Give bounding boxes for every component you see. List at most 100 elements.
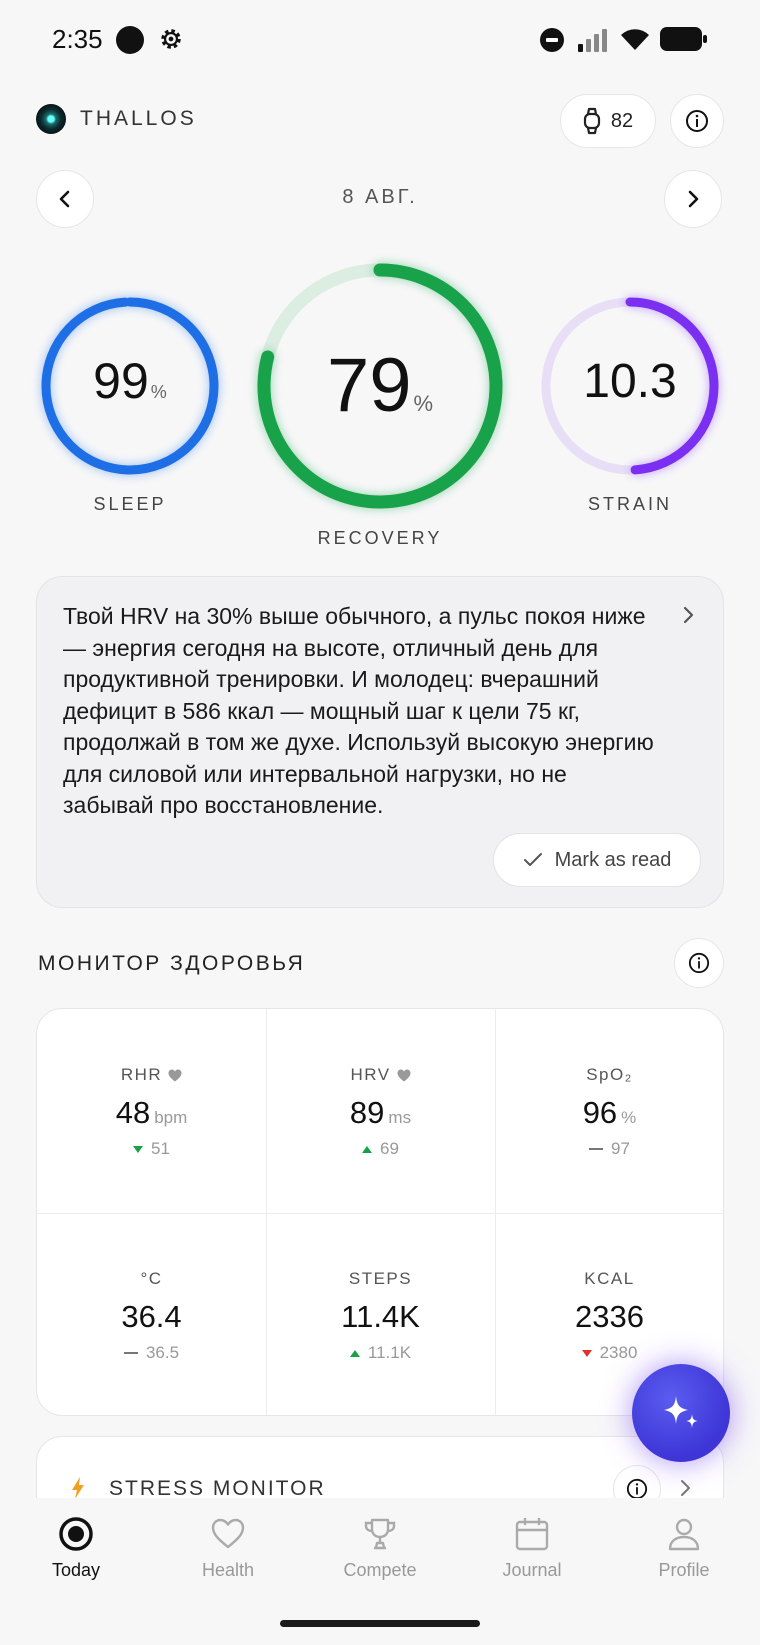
trend-down-icon bbox=[581, 1349, 592, 1357]
insight-card[interactable]: Твой HRV на 30% выше обычного, а пульс п… bbox=[36, 576, 724, 908]
sleep-ring[interactable]: 99% SLEEP bbox=[38, 294, 222, 514]
metric-label-text: RHR bbox=[120, 1065, 163, 1084]
chevron-right-icon bbox=[688, 190, 699, 208]
home-indicator bbox=[280, 1620, 480, 1627]
do-not-disturb-icon bbox=[540, 28, 564, 52]
brand: THALLOS bbox=[36, 104, 197, 134]
recovery-value: 79 bbox=[326, 343, 412, 428]
metric-label: STEPS bbox=[266, 1269, 495, 1289]
metric-value-row: 96% bbox=[495, 1095, 723, 1131]
strain-ring[interactable]: 10.3 STRAIN bbox=[538, 294, 722, 514]
watch-icon bbox=[583, 107, 600, 135]
nav-health[interactable]: Health bbox=[152, 1516, 304, 1581]
current-date: 8 АВГ. bbox=[342, 186, 418, 208]
person-icon bbox=[668, 1518, 700, 1551]
status-time: 2:35 bbox=[52, 24, 103, 54]
metric-value: 48 bbox=[115, 1095, 151, 1130]
lightning-bolt-icon bbox=[72, 1477, 84, 1499]
info-button[interactable] bbox=[670, 94, 724, 148]
chevron-right-icon[interactable] bbox=[681, 605, 695, 625]
battery-icon bbox=[660, 27, 707, 51]
metric-baseline: 69 bbox=[380, 1139, 399, 1158]
check-icon bbox=[523, 853, 542, 866]
health-monitor-info-button[interactable] bbox=[674, 938, 724, 988]
metric-value-row: 48 bpm bbox=[37, 1095, 266, 1131]
metric-value: 36.4 bbox=[121, 1299, 182, 1334]
metric-baseline-row: 97 bbox=[495, 1139, 723, 1159]
metric-cell[interactable]: STEPS 11.4K 11.1K bbox=[266, 1213, 495, 1415]
metric-cell[interactable]: HRV 89 ms 69 bbox=[266, 1009, 495, 1213]
metric-label-text: STEPS bbox=[348, 1269, 413, 1288]
metric-baseline-row: 51 bbox=[37, 1139, 266, 1159]
trophy-icon bbox=[364, 1518, 396, 1550]
metric-baseline-row: 36.5 bbox=[37, 1343, 266, 1363]
metric-unit: bpm bbox=[154, 1108, 188, 1127]
nav-compete[interactable]: Compete bbox=[304, 1516, 456, 1581]
metric-label-text: SpO₂ bbox=[586, 1065, 633, 1084]
metric-baseline-row: 2380 bbox=[495, 1343, 723, 1363]
metric-label: SpO₂ bbox=[495, 1065, 723, 1085]
next-day-button[interactable] bbox=[664, 170, 722, 228]
nav-compete-label: Compete bbox=[343, 1560, 417, 1580]
trend-flat-icon bbox=[123, 1352, 138, 1354]
sleep-label: SLEEP bbox=[93, 494, 167, 514]
metric-value: 2336 bbox=[575, 1299, 644, 1334]
health-monitor-title: МОНИТОР ЗДОРОВЬЯ bbox=[38, 952, 306, 975]
brand-name: THALLOS bbox=[80, 107, 197, 130]
recovery-unit: % bbox=[413, 391, 434, 416]
metric-value: 96 bbox=[582, 1095, 618, 1130]
metric-cell[interactable]: RHR 48 bpm 51 bbox=[37, 1009, 266, 1213]
sleep-unit: % bbox=[150, 382, 167, 402]
metric-label-text: °C bbox=[140, 1269, 163, 1288]
recovery-ring[interactable]: 79% RECOVERY bbox=[254, 260, 506, 550]
trend-flat-icon bbox=[589, 1148, 604, 1150]
sleep-value-row: 99% bbox=[38, 352, 222, 410]
metric-value-row: 36.4 bbox=[37, 1299, 266, 1335]
strain-value: 10.3 bbox=[583, 355, 677, 408]
today-icon bbox=[59, 1517, 93, 1551]
strain-label: STRAIN bbox=[587, 494, 672, 514]
metric-baseline: 11.1K bbox=[367, 1343, 412, 1362]
sparkles-icon bbox=[664, 1396, 698, 1428]
sleep-value: 99 bbox=[93, 353, 149, 409]
metric-baseline-row: 11.1K bbox=[266, 1343, 495, 1363]
metric-baseline: 36.5 bbox=[145, 1343, 180, 1362]
metric-value-row: 2336 bbox=[495, 1299, 723, 1335]
info-icon bbox=[686, 110, 708, 132]
metric-baseline: 97 bbox=[611, 1139, 630, 1158]
metric-unit: % bbox=[621, 1108, 637, 1127]
ai-assistant-button[interactable] bbox=[632, 1364, 730, 1462]
camera-dot-icon bbox=[116, 26, 144, 54]
trend-down-icon bbox=[133, 1145, 144, 1153]
metric-value: 11.4K bbox=[341, 1299, 420, 1334]
device-status-button[interactable]: 82 bbox=[560, 94, 656, 148]
calendar-icon bbox=[515, 1518, 549, 1551]
metric-baseline: 51 bbox=[151, 1139, 170, 1158]
metric-label: °C bbox=[37, 1269, 266, 1289]
metric-value: 89 bbox=[349, 1095, 385, 1130]
mark-as-read-button[interactable]: Mark as read bbox=[493, 833, 701, 887]
heart-icon bbox=[397, 1069, 411, 1081]
device-battery-value: 82 bbox=[610, 109, 634, 132]
metric-label-text: HRV bbox=[350, 1065, 391, 1084]
heart-icon bbox=[168, 1069, 182, 1081]
chevron-right-icon[interactable] bbox=[679, 1479, 691, 1497]
metric-label: RHR bbox=[37, 1065, 266, 1085]
recovery-value-row: 79% bbox=[254, 342, 506, 429]
strain-value-row: 10.3 bbox=[538, 354, 722, 409]
nav-journal[interactable]: Journal bbox=[456, 1516, 608, 1581]
status-bar: 2:35 bbox=[0, 0, 760, 80]
signal-icon bbox=[578, 29, 607, 52]
mark-as-read-label: Mark as read bbox=[554, 848, 672, 871]
metric-value-row: 89 ms bbox=[266, 1095, 495, 1131]
settings-gear-icon bbox=[161, 29, 181, 49]
thallos-logo-icon bbox=[36, 104, 66, 134]
metric-baseline: 2380 bbox=[599, 1343, 638, 1362]
nav-today-label: Today bbox=[51, 1560, 101, 1580]
recovery-label: RECOVERY bbox=[317, 528, 443, 548]
metric-cell[interactable]: SpO₂ 96% 97 bbox=[495, 1009, 723, 1213]
nav-profile-label: Profile bbox=[658, 1560, 710, 1580]
nav-today[interactable]: Today bbox=[0, 1516, 152, 1581]
nav-profile[interactable]: Profile bbox=[608, 1516, 760, 1581]
metric-cell[interactable]: °C 36.4 36.5 bbox=[37, 1213, 266, 1415]
